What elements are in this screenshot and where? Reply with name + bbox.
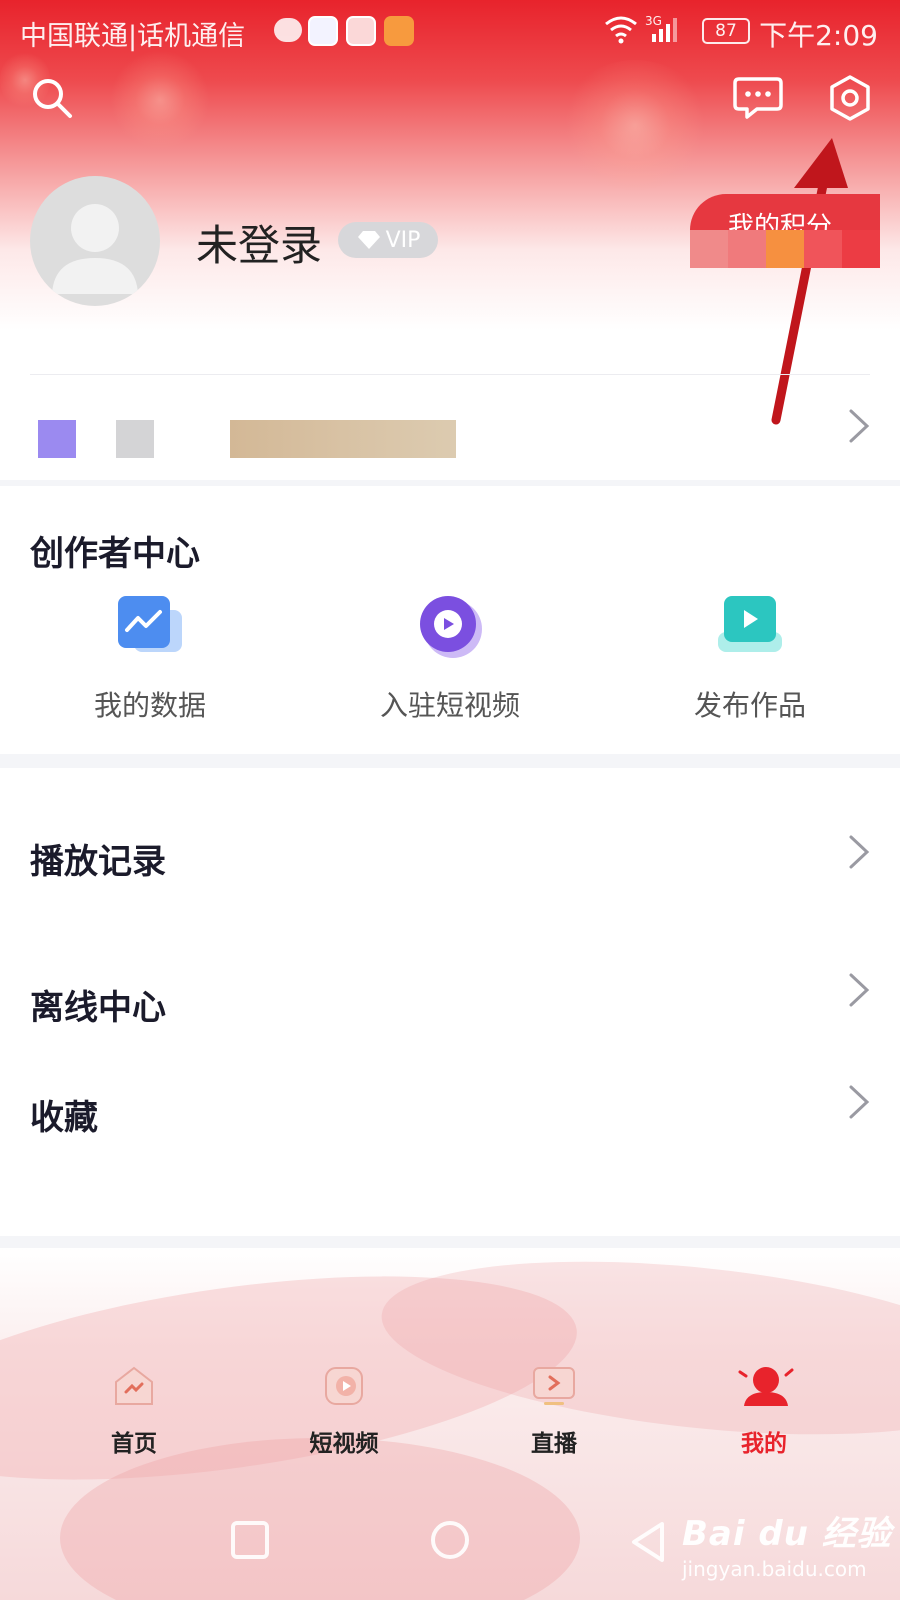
watermark-brand: Bai du 经验 (682, 1514, 892, 1554)
menu-list-card: 播放记录 离线中心 收藏 (0, 768, 900, 1236)
join-short-video-button[interactable]: 入驻短视频 (340, 596, 560, 724)
menu-item-offline-center[interactable]: 离线中心 (0, 944, 900, 1064)
message-icon (733, 77, 783, 119)
signal-icon (650, 16, 680, 51)
publish-work-label: 发布作品 (693, 689, 806, 722)
profile-active-icon (736, 1358, 794, 1414)
app-notification-icon (384, 16, 414, 46)
baidu-jingyan-watermark: Bai du 经验 jingyan.baidu.com (682, 1506, 892, 1581)
chevron-right-icon (844, 970, 874, 1010)
my-data-label: 我的数据 (93, 689, 206, 722)
creator-center-card: 创作者中心 我的数据 入驻短视频 发布作品 (0, 486, 900, 754)
favorites-label: 收藏 (30, 1098, 98, 1138)
triangle-back-icon (632, 1522, 664, 1562)
home-system-button[interactable] (428, 1520, 472, 1568)
annotation-arrow (771, 138, 848, 425)
default-avatar-icon (52, 204, 138, 294)
tab-short-video[interactable]: 短视频 (284, 1358, 404, 1458)
tab-mine[interactable]: 我的 (704, 1358, 824, 1458)
settings-icon (830, 75, 870, 121)
live-tv-icon (526, 1358, 582, 1414)
menu-item-play-history[interactable]: 播放记录 (0, 796, 900, 916)
chevron-right-icon (844, 832, 874, 872)
pixelated-text (230, 420, 456, 458)
square-icon (231, 1521, 269, 1559)
play-circle-icon (418, 596, 482, 660)
search-icon (33, 79, 72, 118)
home-icon (106, 1358, 162, 1414)
tab-short-video-label: 短视频 (309, 1431, 379, 1457)
my-data-button[interactable]: 我的数据 (40, 596, 260, 724)
tab-mine-label: 我的 (741, 1431, 787, 1457)
settings-button[interactable] (820, 68, 880, 128)
pixelated-overlay (690, 230, 880, 268)
creator-center-title: 创作者中心 (30, 534, 200, 574)
chevron-right-icon[interactable] (844, 406, 874, 446)
tab-live[interactable]: 直播 (494, 1358, 614, 1458)
clock: 下午2:09 (759, 19, 878, 52)
chat-notification-icon (274, 18, 302, 42)
messages-button[interactable] (728, 68, 788, 128)
tab-home[interactable]: 首页 (74, 1358, 194, 1458)
tab-home-label: 首页 (111, 1431, 157, 1457)
menu-item-favorites[interactable]: 收藏 (0, 1064, 900, 1164)
join-short-video-label: 入驻短视频 (379, 689, 520, 722)
circle-icon (431, 1521, 469, 1559)
chevron-right-icon (844, 1082, 874, 1122)
user-avatar[interactable] (30, 176, 160, 306)
firework-decoration (560, 60, 710, 190)
battery-indicator: 87 (702, 18, 750, 44)
firework-decoration (110, 50, 210, 150)
wifi-icon (604, 14, 638, 51)
short-video-icon (316, 1358, 372, 1414)
watermark-url: jingyan.baidu.com (682, 1557, 867, 1581)
pixelated-icon (116, 420, 154, 458)
status-bar: 中国联通|话机通信 3G 87 下午2:09 (0, 0, 900, 60)
search-button[interactable] (22, 68, 82, 128)
diamond-icon (357, 231, 380, 249)
back-button[interactable] (628, 1520, 668, 1568)
tab-live-label: 直播 (531, 1431, 577, 1457)
carrier-name: 中国联通|话机通信 (20, 21, 246, 52)
data-chart-icon (118, 596, 182, 660)
publish-video-icon (718, 596, 782, 660)
recent-apps-button[interactable] (230, 1520, 270, 1564)
huawei-store-icon (346, 16, 376, 46)
vip-label: VIP (385, 227, 421, 253)
vip-badge[interactable]: VIP (338, 222, 438, 258)
offline-center-label: 离线中心 (30, 988, 166, 1028)
pixelated-icon (38, 420, 76, 458)
username-label[interactable]: 未登录 (196, 212, 322, 273)
divider (30, 374, 870, 375)
publish-work-button[interactable]: 发布作品 (640, 596, 860, 724)
browser-app-icon (308, 16, 338, 46)
play-history-label: 播放记录 (30, 842, 166, 882)
